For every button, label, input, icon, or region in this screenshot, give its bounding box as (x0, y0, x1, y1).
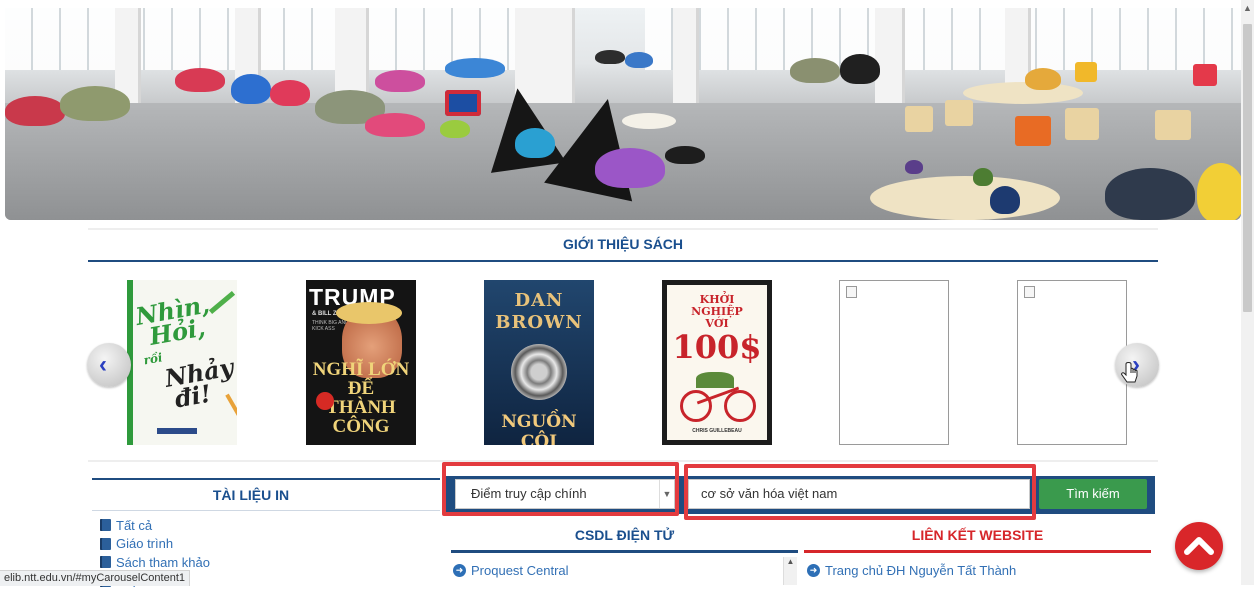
book-cover[interactable]: TRUMP & BILL ZANKER THINK BIG AND KICK A… (306, 280, 416, 445)
list-item-label: Proquest Central (471, 563, 569, 578)
scroll-up-icon[interactable]: ▲ (784, 557, 797, 566)
book-title-line: NGUỒN CỘI (484, 412, 594, 445)
section-underline (88, 260, 1158, 262)
list-item-label: Sách tham khảo (116, 555, 210, 570)
status-bar-url: elib.ntt.edu.vn/#myCarouselContent1 (0, 570, 190, 586)
section-underline (804, 550, 1151, 553)
book-title-line: 100$ (667, 330, 767, 364)
arrow-circle-icon: ➜ (453, 564, 466, 577)
section-underline (92, 510, 440, 511)
section-underline (451, 550, 798, 553)
list-item-label: Giáo trình (116, 536, 173, 551)
book-cover-placeholder[interactable] (839, 280, 949, 445)
book-cover-placeholder[interactable] (1017, 280, 1127, 445)
broken-image-icon (846, 286, 857, 298)
highlight-box (442, 462, 679, 516)
book-title-line: CÔNG (306, 417, 416, 436)
chevron-left-icon: ‹ (99, 351, 107, 379)
book-icon (100, 556, 111, 568)
highlight-box (684, 464, 1036, 520)
back-to-top-button[interactable] (1175, 522, 1223, 570)
print-docs-title: TÀI LIỆU IN (92, 487, 410, 503)
list-item-label: Tất cả (116, 518, 152, 533)
section-divider (88, 228, 1158, 230)
hero-banner-image (5, 8, 1241, 220)
e-database-title: CSDL ĐIỆN TỬ (451, 527, 798, 543)
hand-cursor-icon (1120, 362, 1140, 389)
list-item[interactable]: ➜ Trang chủ ĐH Nguyễn Tất Thành (807, 563, 1016, 578)
section-divider (92, 478, 440, 480)
book-cover[interactable]: KHỞI NGHIỆP VỚI 100$ CHRIS GUILLEBEAU (662, 280, 772, 445)
website-links-title: LIÊN KẾT WEBSITE (804, 527, 1151, 543)
list-scrollbar[interactable]: ▲ (783, 557, 797, 585)
book-cover[interactable]: Nhìn, Hỏi, rồi Nhảy đi! (127, 280, 237, 445)
carousel-prev-button[interactable]: ‹ (87, 343, 131, 387)
book-icon (100, 538, 111, 550)
list-item[interactable]: Sách tham khảo (100, 553, 210, 572)
arrow-circle-icon: ➜ (807, 564, 820, 577)
scroll-up-icon[interactable]: ▲ (1241, 2, 1254, 15)
chevron-up-icon (1184, 533, 1214, 557)
list-item[interactable]: ➜ Proquest Central (453, 563, 569, 578)
book-cover[interactable]: DAN BROWN NGUỒN CỘI (484, 280, 594, 445)
list-item[interactable]: Tất cả (100, 516, 210, 535)
book-title-line: NGHĨ LỚN (306, 360, 416, 379)
book-intro-title: GIỚI THIỆU SÁCH (88, 236, 1158, 252)
book-icon (100, 519, 111, 531)
book-author: DAN (484, 290, 594, 312)
search-button[interactable]: Tìm kiếm (1039, 479, 1147, 509)
scroll-thumb[interactable] (1243, 24, 1252, 312)
book-author: BROWN (484, 312, 594, 334)
broken-image-icon (1024, 286, 1035, 298)
book-author: CHRIS GUILLEBEAU (667, 428, 767, 434)
page-scrollbar[interactable]: ▲ (1241, 0, 1254, 585)
list-item-label: Trang chủ ĐH Nguyễn Tất Thành (825, 563, 1016, 578)
list-item[interactable]: Giáo trình (100, 535, 210, 554)
